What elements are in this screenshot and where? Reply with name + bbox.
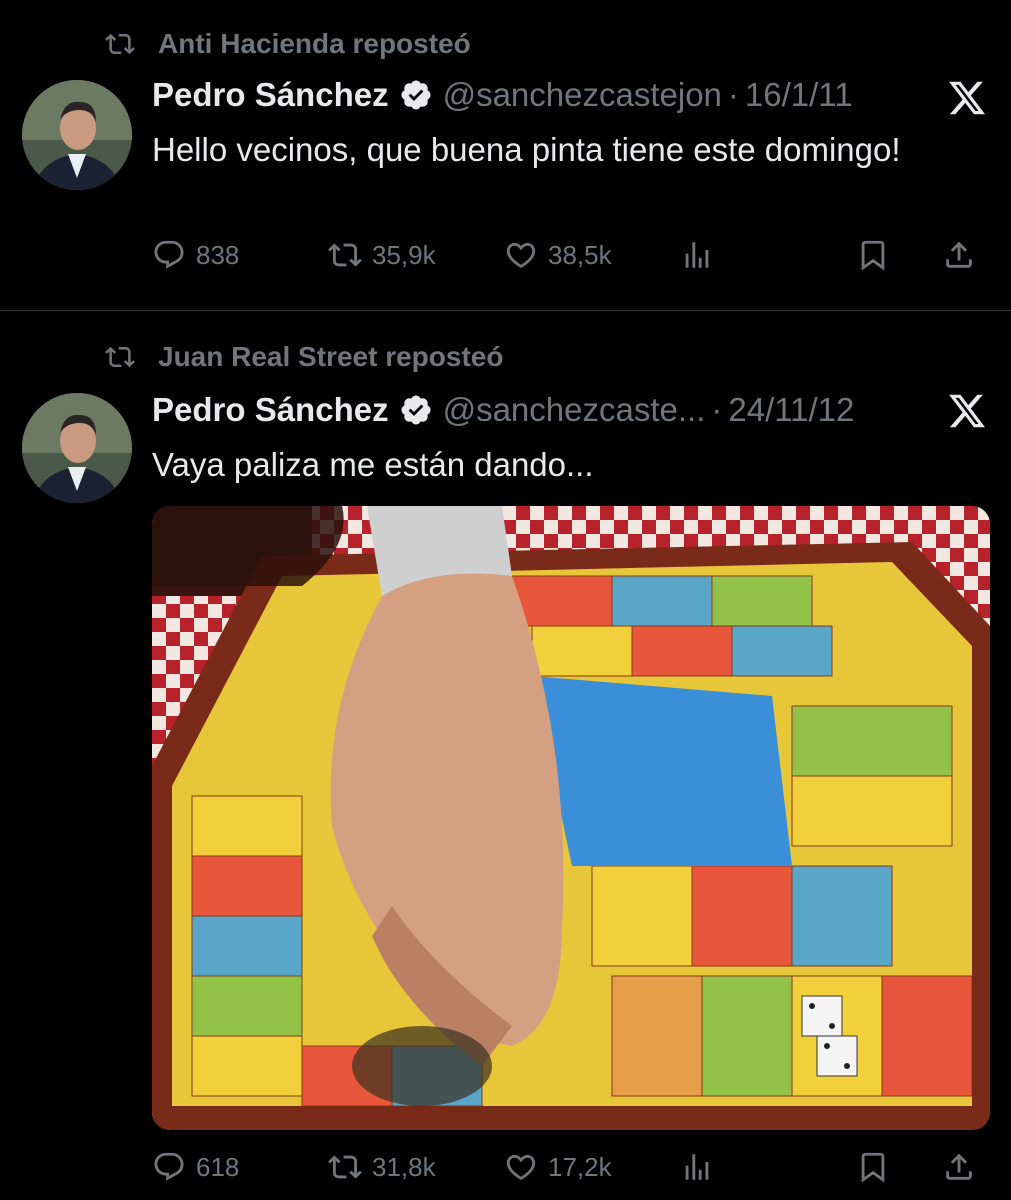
avatar[interactable] [22,393,132,503]
reply-button[interactable]: 838 [152,238,239,272]
reply-count: 618 [196,1151,240,1182]
tweet-date[interactable]: 24/11/12 [728,391,854,429]
bookmark-button[interactable] [856,238,900,272]
share-icon [946,241,972,268]
tweet-header: Pedro Sánchez @sanchezcastejon · 16/1/11 [152,76,853,114]
share-button[interactable] [942,238,986,272]
tweet-text: Hello vecinos, que buena pinta tiene est… [152,131,901,168]
share-button[interactable] [942,1150,986,1184]
like-icon [506,242,536,268]
like-button[interactable]: 38,5k [504,238,612,272]
reply-icon [154,240,184,269]
repost-text: Anti Hacienda reposteó [158,28,471,59]
views-icon [685,1154,709,1180]
reply-icon [154,1152,184,1181]
views-button[interactable] [680,238,724,272]
author-name[interactable]: Pedro Sánchez [152,76,389,114]
repost-count: 35,9k [372,239,436,270]
share-icon [946,1153,972,1180]
tweet-1[interactable]: Anti Hacienda reposteó Pedro Sánchez @sa… [0,0,1011,310]
views-icon [685,242,709,268]
like-button[interactable]: 17,2k [504,1150,612,1184]
avatar-photo [22,80,132,190]
verified-badge-icon [401,80,431,110]
separator-dot: · [727,76,739,113]
author-handle[interactable]: @sanchezcaste... [443,391,706,429]
views-button[interactable] [680,1150,724,1184]
tweet-header: Pedro Sánchez @sanchezcaste... · 24/11/1… [152,391,854,429]
tweet-media-image[interactable] [152,506,990,1130]
tweet-date[interactable]: 16/1/11 [745,76,853,114]
repost-icon [105,346,135,368]
repost-text: Juan Real Street reposteó [158,341,504,372]
like-count: 38,5k [548,239,612,270]
avatar-photo [22,393,132,503]
tweet-text: Vaya paliza me están dando... [152,446,594,483]
bookmark-button[interactable] [856,1150,900,1184]
repost-label[interactable]: Juan Real Street reposteó [100,341,503,373]
bookmark-icon [861,1152,885,1183]
repost-label[interactable]: Anti Hacienda reposteó [100,28,471,60]
repost-icon [105,33,135,55]
x-logo-icon [949,81,986,115]
author-handle[interactable]: @sanchezcastejon [443,76,722,114]
like-icon [506,1154,536,1180]
verified-badge-icon [401,395,431,425]
repost-icon [328,1155,362,1179]
reply-count: 838 [196,239,240,270]
repost-count: 31,8k [372,1151,436,1182]
reply-button[interactable]: 618 [152,1150,239,1184]
repost-icon [328,243,362,267]
tweet-actions: 618 31,8k 17,2k [152,1150,992,1194]
repost-button[interactable]: 31,8k [328,1150,436,1184]
separator-dot: · [711,391,723,428]
tweet-actions: 838 35,9k 38,5k [152,238,992,282]
bookmark-icon [861,240,885,271]
like-count: 17,2k [548,1151,612,1182]
author-name[interactable]: Pedro Sánchez [152,391,389,429]
board-game-photo [152,506,990,1130]
x-logo-icon [949,394,986,428]
avatar[interactable] [22,80,132,190]
repost-button[interactable]: 35,9k [328,238,436,272]
